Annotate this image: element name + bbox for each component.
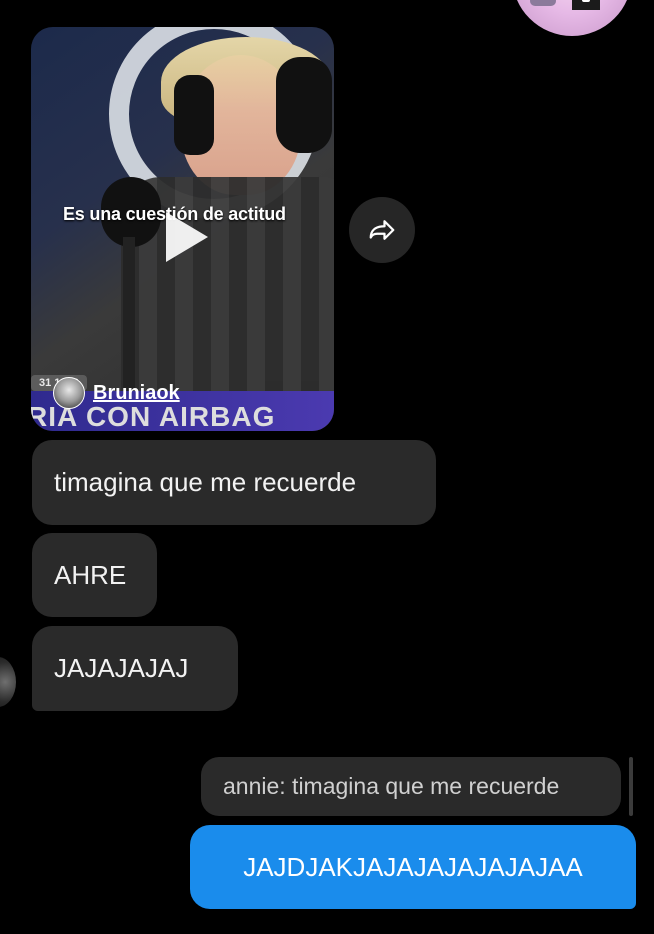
message-text: timagina que me recuerde	[54, 467, 357, 497]
message-text: JAJAJAJAJ	[54, 653, 189, 683]
incoming-message[interactable]: AHRE	[32, 533, 157, 617]
share-arrow-icon	[369, 220, 395, 240]
message-text: JAJDJAKJAJAJAJAJAJAJAA	[243, 851, 583, 882]
outgoing-message[interactable]: JAJDJAKJAJAJAJAJAJAJAA	[190, 825, 636, 909]
share-button[interactable]	[349, 197, 415, 263]
reply-quote[interactable]: annie: timagina que me recuerde	[201, 757, 621, 816]
play-icon[interactable]	[166, 212, 208, 262]
incoming-message[interactable]: timagina que me recuerde	[32, 440, 436, 525]
reply-indicator-bar	[629, 757, 633, 816]
incoming-message[interactable]: JAJAJAJAJ	[32, 626, 238, 711]
video-user-avatar[interactable]	[53, 377, 85, 409]
top-avatar[interactable]	[512, 0, 632, 36]
shared-video-card[interactable]: Es una cuestión de actitud 31 1243 RIA C…	[31, 27, 334, 431]
video-user[interactable]: Bruniaok	[53, 377, 180, 409]
video-headphones	[276, 57, 332, 153]
reply-quote-text: annie: timagina que me recuerde	[223, 773, 560, 799]
message-text: AHRE	[54, 559, 127, 590]
sender-avatar[interactable]	[0, 657, 16, 707]
avatar-decoration	[582, 0, 590, 2]
avatar-decoration	[530, 0, 556, 6]
video-username[interactable]: Bruniaok	[93, 382, 180, 405]
